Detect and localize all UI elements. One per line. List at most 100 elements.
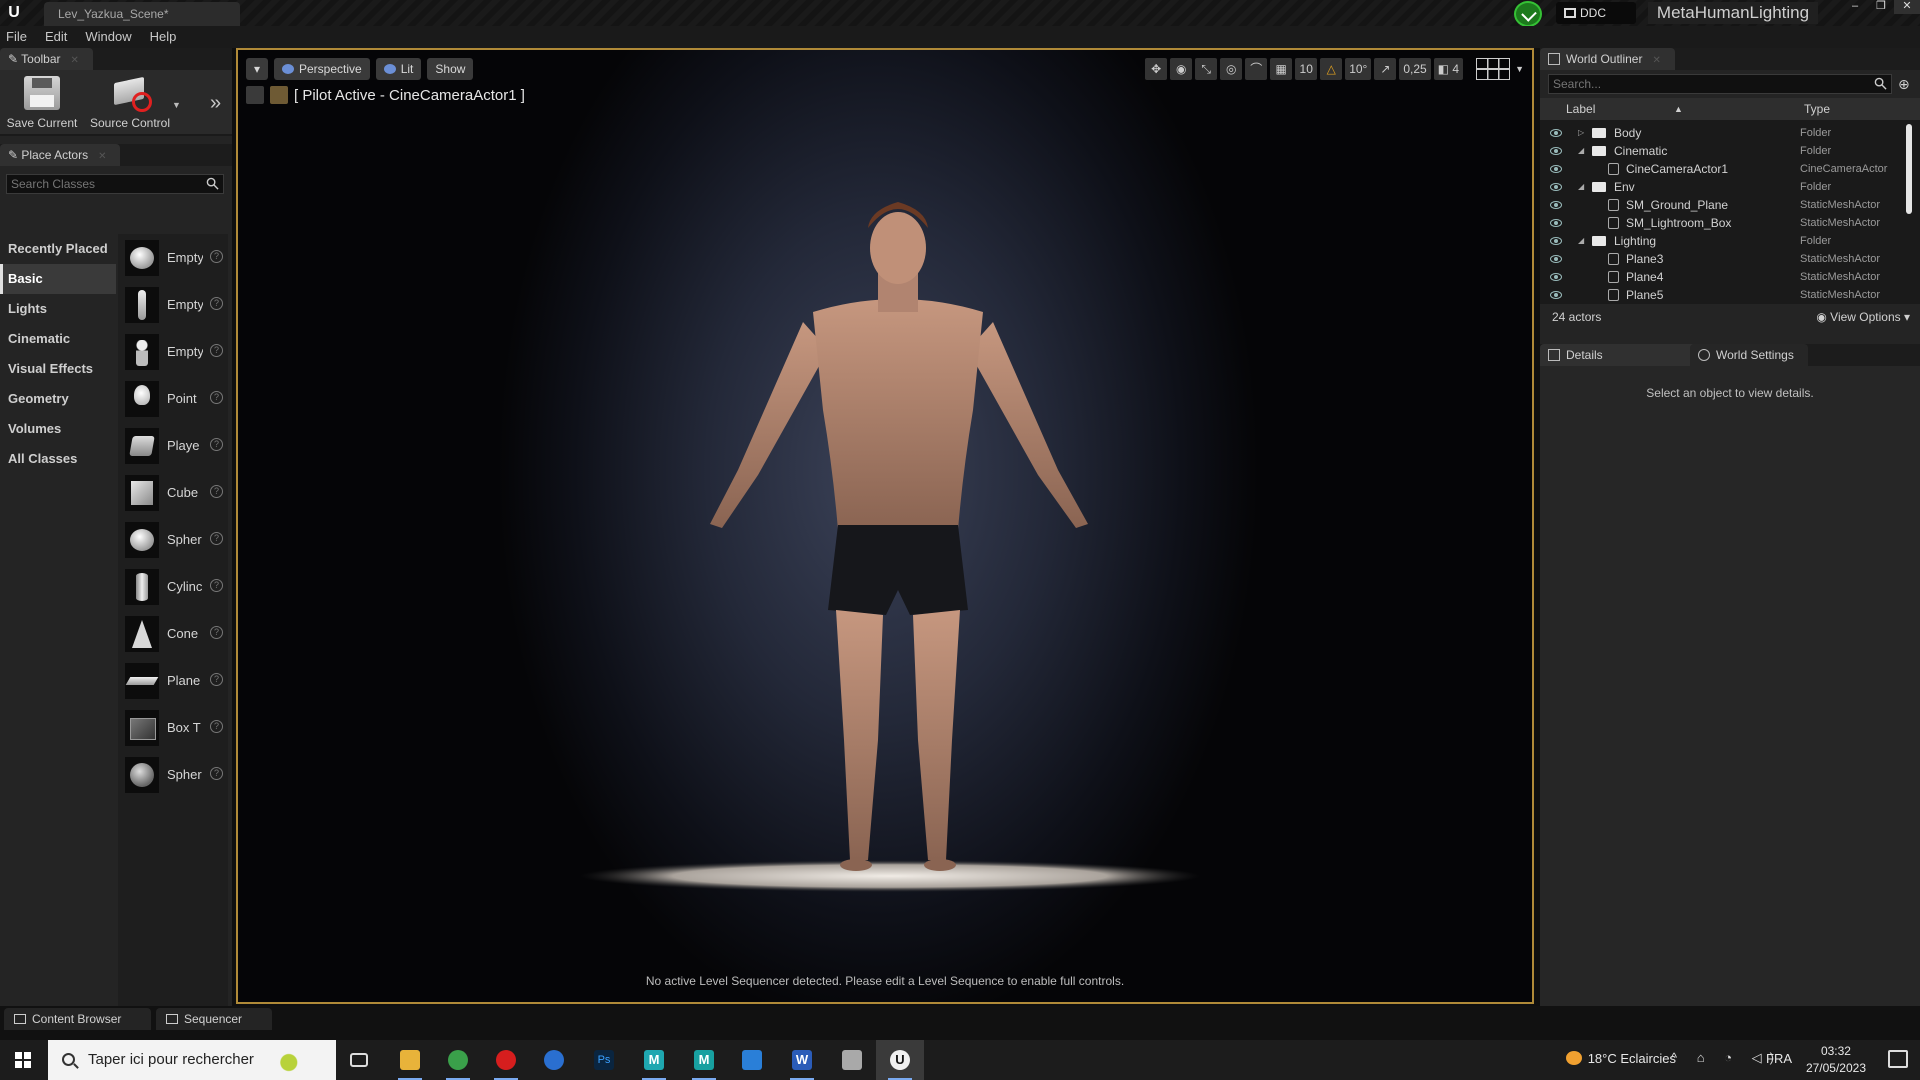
file-explorer-icon[interactable] <box>386 1040 434 1080</box>
surface-snap-icon[interactable]: ⌒ <box>1245 58 1268 80</box>
help-icon[interactable]: ? <box>210 438 223 451</box>
actor-item-plane[interactable]: Plane? <box>118 657 228 704</box>
toolbar-expand-icon[interactable]: » <box>210 92 221 115</box>
eject-pilot-icon[interactable] <box>246 86 264 104</box>
viewport-scene[interactable] <box>238 50 1532 1002</box>
close-tab-icon[interactable]: ✕ <box>71 55 79 66</box>
word-icon[interactable]: W <box>778 1040 826 1080</box>
visibility-eye-icon[interactable] <box>1550 237 1562 245</box>
visibility-eye-icon[interactable] <box>1550 165 1562 173</box>
help-icon[interactable]: ? <box>210 673 223 686</box>
category-lights[interactable]: Lights <box>0 294 116 324</box>
task-view-icon[interactable] <box>336 1040 384 1080</box>
help-icon[interactable]: ? <box>210 391 223 404</box>
level-tab[interactable]: Lev_Yazkua_Scene* <box>44 2 240 26</box>
actor-item-cylinder[interactable]: Cylinc? <box>118 563 228 610</box>
actor-item-sphere-trigger[interactable]: Spher? <box>118 751 228 798</box>
rotation-snap-value[interactable]: 10° <box>1345 58 1372 80</box>
help-icon[interactable]: ? <box>210 579 223 592</box>
world-outliner-tab[interactable]: World Outliner ✕ <box>1540 48 1675 70</box>
photoshop-icon[interactable]: Ps <box>580 1040 628 1080</box>
grid-snap-icon[interactable]: ▦ <box>1270 58 1293 80</box>
column-label-header[interactable]: Label <box>1566 98 1595 120</box>
help-icon[interactable]: ? <box>210 532 223 545</box>
content-browser-tab[interactable]: Content Browser <box>4 1008 152 1030</box>
windows-start-icon[interactable] <box>0 1040 46 1080</box>
visibility-eye-icon[interactable] <box>1550 147 1562 155</box>
save-current-button[interactable]: Save Current <box>6 76 78 130</box>
folder-app-icon[interactable] <box>828 1040 876 1080</box>
chrome-icon[interactable] <box>434 1040 482 1080</box>
actor-item-cube[interactable]: Cube? <box>118 469 228 516</box>
viewport-options-button[interactable]: ▾ <box>246 58 268 80</box>
source-control-button[interactable]: Source Control <box>86 76 174 130</box>
help-icon[interactable]: ? <box>210 720 223 733</box>
sequencer-tab[interactable]: Sequencer <box>156 1008 273 1030</box>
category-recently-placed[interactable]: Recently Placed <box>0 234 116 264</box>
translate-mode-icon[interactable]: ✥ <box>1145 58 1168 80</box>
view-options-button[interactable]: ◉ View Options ▾ <box>1816 304 1910 330</box>
outliner-search-field[interactable] <box>1548 74 1892 94</box>
collapse-arrow-icon[interactable]: ◢ <box>1578 232 1584 250</box>
visibility-eye-icon[interactable] <box>1550 291 1562 299</box>
outliner-row-sm-ground-plane[interactable]: SM_Ground_Plane StaticMeshActor <box>1540 196 1920 214</box>
weather-widget[interactable]: 18°C Eclaircies <box>1565 1051 1676 1066</box>
close-tab-icon[interactable]: ✕ <box>1652 55 1660 66</box>
cinema4d-icon[interactable] <box>530 1040 578 1080</box>
grid-snap-value[interactable]: 10 <box>1295 58 1318 80</box>
menu-window[interactable]: Window <box>85 26 131 48</box>
layout-dropdown-icon[interactable]: ▼ <box>1515 64 1524 74</box>
help-icon[interactable]: ? <box>210 485 223 498</box>
search-classes-input[interactable] <box>7 175 197 193</box>
outliner-row-cinecameraactor1[interactable]: CineCameraActor1 CineCameraActor <box>1540 160 1920 178</box>
outliner-row-plane4[interactable]: Plane4 StaticMeshActor <box>1540 268 1920 286</box>
level-viewport[interactable]: ▾ Perspective Lit Show [ Pilot Active - … <box>236 48 1534 1004</box>
expand-arrow-icon[interactable]: ▷ <box>1578 124 1584 142</box>
outliner-row-plane5[interactable]: Plane5 StaticMeshActor <box>1540 286 1920 304</box>
toolbar-tab[interactable]: ✎ Toolbar ✕ <box>0 48 93 70</box>
help-icon[interactable]: ? <box>210 250 223 263</box>
taskbar-search-box[interactable]: Taper ici pour rechercher <box>48 1040 336 1080</box>
scale-snap-value[interactable]: 0,25 <box>1399 58 1431 80</box>
visibility-eye-icon[interactable] <box>1550 129 1562 137</box>
scale-snap-icon[interactable]: ↗ <box>1374 58 1397 80</box>
calculator-icon[interactable] <box>728 1040 776 1080</box>
perspective-button[interactable]: Perspective <box>274 58 370 80</box>
help-icon[interactable]: ? <box>210 626 223 639</box>
category-visual-effects[interactable]: Visual Effects <box>0 354 116 384</box>
world-settings-tab[interactable]: World Settings <box>1690 344 1808 366</box>
visibility-eye-icon[interactable] <box>1550 219 1562 227</box>
category-volumes[interactable]: Volumes <box>0 414 116 444</box>
notifications-icon[interactable] <box>1888 1050 1908 1068</box>
source-control-status-icon[interactable] <box>1514 1 1542 27</box>
add-folder-icon[interactable]: ⊕ <box>1898 76 1914 92</box>
rotation-snap-icon[interactable]: △ <box>1320 58 1343 80</box>
lit-view-mode-button[interactable]: Lit <box>375 58 422 80</box>
rotate-mode-icon[interactable]: ◉ <box>1170 58 1193 80</box>
close-window-button[interactable]: ✕ <box>1894 0 1920 14</box>
place-actors-tab[interactable]: ✎ Place Actors ✕ <box>0 144 121 166</box>
category-cinematic[interactable]: Cinematic <box>0 324 116 354</box>
column-type-header[interactable]: Type <box>1804 98 1830 120</box>
maximize-button[interactable]: ❐ <box>1868 0 1894 14</box>
ddc-button[interactable]: DDC <box>1556 2 1636 24</box>
help-icon[interactable]: ? <box>210 767 223 780</box>
actor-item-cone[interactable]: Cone? <box>118 610 228 657</box>
visibility-eye-icon[interactable] <box>1550 201 1562 209</box>
unreal-engine-icon[interactable]: U <box>876 1040 924 1080</box>
mari-icon[interactable]: M <box>680 1040 728 1080</box>
outliner-search-input[interactable] <box>1549 75 1849 93</box>
menu-file[interactable]: File <box>6 26 27 48</box>
actor-item-player-start[interactable]: Playe? <box>118 422 228 469</box>
actor-item-box-trigger[interactable]: Box T? <box>118 704 228 751</box>
actor-item-empty-character[interactable]: Empty? <box>118 281 228 328</box>
visibility-eye-icon[interactable] <box>1550 273 1562 281</box>
collapse-arrow-icon[interactable]: ◢ <box>1578 142 1584 160</box>
collapse-arrow-icon[interactable]: ◢ <box>1578 178 1584 196</box>
actor-item-empty-actor[interactable]: Empty? <box>118 234 228 281</box>
category-all-classes[interactable]: All Classes <box>0 444 116 474</box>
clock[interactable]: 03:32 27/05/2023 <box>1806 1043 1866 1077</box>
outliner-row-lighting[interactable]: ◢ Lighting Folder <box>1540 232 1920 250</box>
source-control-dropdown-icon[interactable]: ▼ <box>172 100 181 110</box>
actor-item-empty-pawn[interactable]: Empty? <box>118 328 228 375</box>
